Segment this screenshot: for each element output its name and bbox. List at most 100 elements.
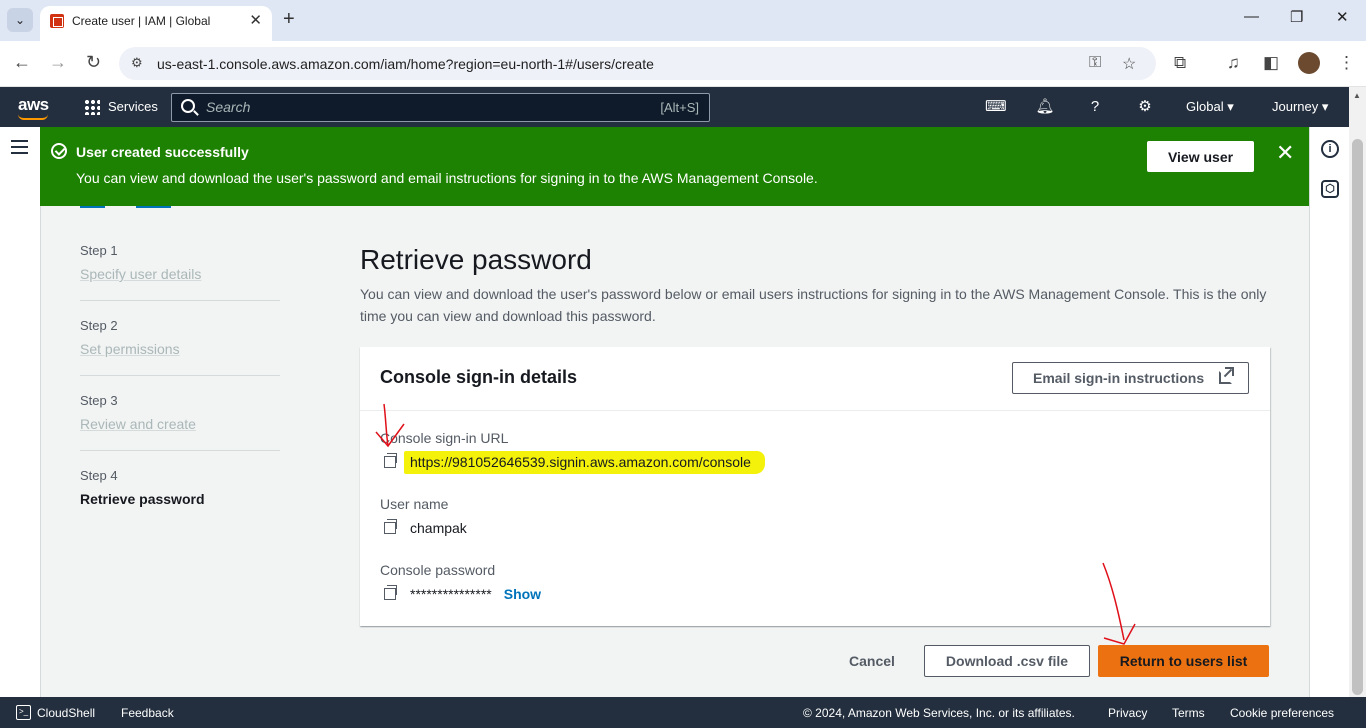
signin-url-value[interactable]: https://981052646539.signin.aws.amazon.c… <box>404 450 765 474</box>
password-label: Console password <box>380 562 496 578</box>
console-footer: >_ CloudShell Feedback © 2024, Amazon We… <box>0 697 1366 728</box>
side-nav-menu-icon[interactable] <box>11 140 28 154</box>
close-tab-icon[interactable]: ✕ <box>249 11 262 29</box>
wizard-step-2: Step 2 Set permissions <box>80 318 280 357</box>
step-number: Step 4 <box>80 468 118 483</box>
email-button-label: Email sign-in instructions <box>1033 370 1205 386</box>
feedback-link[interactable]: Feedback <box>121 706 174 720</box>
current-step-label: Retrieve password <box>80 491 205 507</box>
info-icon[interactable]: i <box>1321 140 1339 158</box>
search-input[interactable] <box>206 99 606 115</box>
console-signin-card: Console sign-in details Email sign-in in… <box>360 347 1270 626</box>
cookie-preferences-link[interactable]: Cookie preferences <box>1230 706 1334 720</box>
aws-logo-smile <box>18 114 48 120</box>
services-grid-icon[interactable] <box>84 99 100 115</box>
forward-icon[interactable]: → <box>49 52 67 73</box>
address-bar[interactable]: ⚙ us-east-1.console.aws.amazon.com/iam/h… <box>119 47 1156 80</box>
region-selector[interactable]: Global ▾ <box>1186 99 1234 115</box>
password-key-icon[interactable]: ⚿ <box>1089 54 1101 72</box>
username-label: User name <box>380 496 449 512</box>
copy-icon[interactable] <box>384 453 397 468</box>
account-label: Journey <box>1272 99 1319 114</box>
browser-tab-bar: ⌄ Create user | IAM | Global ✕ + — ❐ ✕ <box>0 0 1366 41</box>
copy-icon[interactable] <box>384 519 397 534</box>
privacy-link[interactable]: Privacy <box>1108 706 1147 720</box>
scroll-up-icon[interactable]: ▲ <box>1353 91 1361 100</box>
dismiss-flash-icon[interactable]: ✕ <box>1276 140 1294 166</box>
aws-favicon-icon <box>50 14 64 28</box>
search-icon <box>181 99 195 113</box>
url-text[interactable]: us-east-1.console.aws.amazon.com/iam/hom… <box>157 56 654 72</box>
step-divider <box>80 450 280 451</box>
new-tab-icon[interactable]: + <box>283 8 295 31</box>
layout-divider <box>40 206 41 697</box>
signin-url-label: Console sign-in URL <box>380 430 509 446</box>
back-icon[interactable]: ← <box>13 52 31 73</box>
region-label: Global <box>1186 99 1224 114</box>
external-link-icon <box>1219 367 1234 384</box>
flash-title: User created successfully <box>76 144 249 160</box>
help-icon[interactable]: ? <box>1085 97 1105 117</box>
cancel-button[interactable]: Cancel <box>836 650 908 672</box>
return-to-users-list-button[interactable]: Return to users list <box>1098 645 1269 677</box>
settings-gear-icon[interactable]: ⚙ <box>1135 97 1155 117</box>
page-scrollbar[interactable]: ▲ <box>1349 87 1366 697</box>
restore-icon[interactable]: ❐ <box>1290 8 1303 26</box>
tab-title: Create user | IAM | Global <box>72 14 211 28</box>
success-check-icon <box>51 143 67 159</box>
extensions-icon[interactable]: ⧉ <box>1174 53 1186 73</box>
page-description: You can view and download the user's pas… <box>360 286 1267 324</box>
console-search[interactable]: [Alt+S] <box>171 93 710 122</box>
step-number: Step 2 <box>80 318 118 333</box>
step-number: Step 3 <box>80 393 118 408</box>
step-link[interactable]: Review and create <box>80 416 280 432</box>
signin-url-row: https://981052646539.signin.aws.amazon.c… <box>384 450 765 474</box>
media-control-icon[interactable]: ♫ <box>1227 53 1240 73</box>
tools-panel: i ⬡ <box>1309 127 1349 697</box>
search-shortcut-hint: [Alt+S] <box>660 100 699 115</box>
cloudshell-footer-icon[interactable]: >_ <box>16 705 31 720</box>
aws-top-nav: aws Services [Alt+S] ⌨ 🔔︎ ? ⚙ Global ▾ J… <box>0 87 1349 127</box>
browser-menu-icon[interactable]: ⋮ <box>1338 53 1355 73</box>
password-masked-value: *************** <box>410 586 492 602</box>
password-row: *************** Show <box>384 584 541 604</box>
notifications-bell-icon[interactable]: 🔔︎ <box>1035 97 1055 117</box>
feedback-hex-icon[interactable]: ⬡ <box>1321 180 1339 198</box>
scroll-thumb[interactable] <box>1352 139 1363 695</box>
wizard-step-4: Step 4 Retrieve password <box>80 468 280 507</box>
copyright-text: © 2024, Amazon Web Services, Inc. or its… <box>803 706 1075 720</box>
breadcrumb-link[interactable] <box>136 206 171 208</box>
wizard-step-1: Step 1 Specify user details <box>80 243 280 282</box>
download-csv-button[interactable]: Download .csv file <box>924 645 1090 677</box>
site-info-icon[interactable]: ⚙ <box>131 55 143 71</box>
wizard-step-3: Step 3 Review and create <box>80 393 280 432</box>
flash-message: You can view and download the user's pas… <box>76 170 818 186</box>
profile-avatar[interactable] <box>1298 52 1320 74</box>
show-password-link[interactable]: Show <box>504 586 541 602</box>
cloudshell-icon[interactable]: ⌨ <box>985 97 1007 117</box>
view-user-button[interactable]: View user <box>1147 141 1254 172</box>
username-value: champak <box>410 520 467 536</box>
username-row: champak <box>384 518 467 538</box>
bookmark-star-icon[interactable]: ☆ <box>1122 54 1136 74</box>
page-title: Retrieve password <box>360 244 592 275</box>
step-link[interactable]: Set permissions <box>80 341 280 357</box>
reload-icon[interactable]: ↻ <box>86 52 101 73</box>
side-panel-icon[interactable]: ◧ <box>1263 53 1279 73</box>
step-divider <box>80 300 280 301</box>
step-link[interactable]: Specify user details <box>80 266 280 282</box>
terms-link[interactable]: Terms <box>1172 706 1205 720</box>
aws-logo[interactable]: aws <box>18 95 49 115</box>
account-menu[interactable]: Journey ▾ <box>1272 99 1328 115</box>
services-menu[interactable]: Services <box>108 99 158 114</box>
close-window-icon[interactable]: ✕ <box>1336 8 1349 26</box>
browser-tab[interactable]: Create user | IAM | Global ✕ <box>40 6 272 41</box>
tab-search-button[interactable]: ⌄ <box>7 8 33 32</box>
minimize-icon[interactable]: — <box>1244 8 1259 25</box>
copy-icon[interactable] <box>384 585 397 600</box>
card-header: Console sign-in details Email sign-in in… <box>360 347 1270 411</box>
email-signin-instructions-button[interactable]: Email sign-in instructions <box>1012 362 1249 394</box>
breadcrumb-link[interactable] <box>80 206 105 208</box>
cloudshell-link[interactable]: CloudShell <box>37 706 95 720</box>
browser-toolbar: ← → ↻ ⚙ us-east-1.console.aws.amazon.com… <box>0 41 1366 87</box>
